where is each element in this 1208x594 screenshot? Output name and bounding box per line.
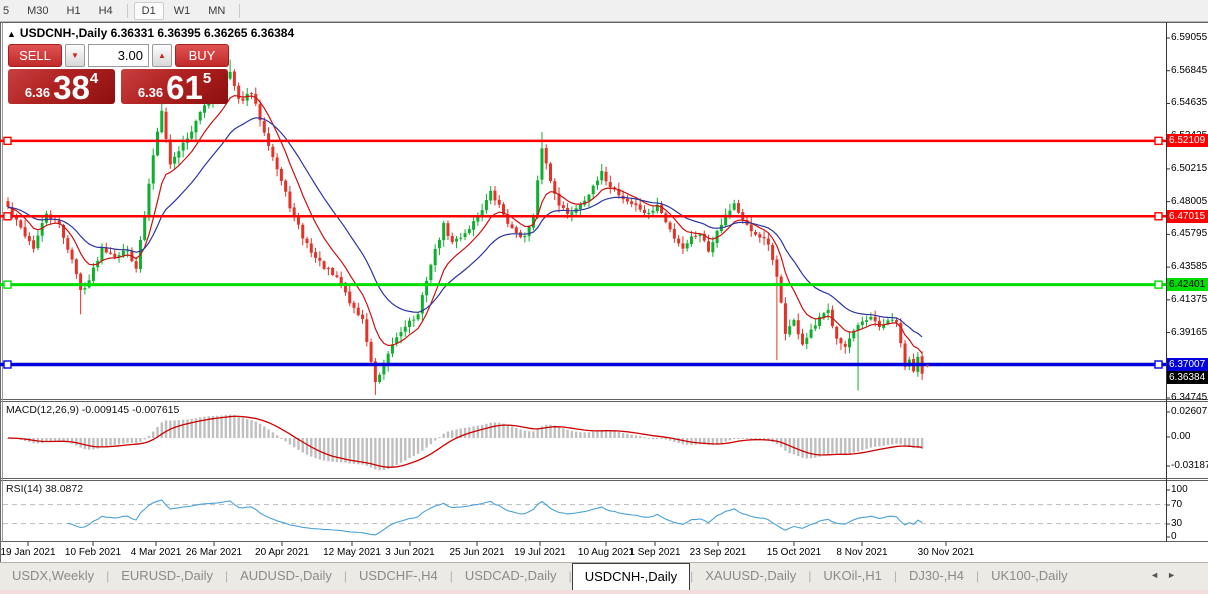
- sell-button[interactable]: SELL: [8, 44, 62, 67]
- price-level-tag: 6.47015: [1167, 210, 1208, 223]
- tab-dj30-h4[interactable]: DJ30-,H4: [897, 563, 976, 591]
- macd-axis-label: -0.031872: [1171, 460, 1208, 471]
- date-axis-label: 3 Jun 2021: [385, 547, 435, 558]
- sell-price-big: 38: [53, 71, 90, 104]
- line-handle: [4, 213, 11, 220]
- price-axis-label: 6.41375: [1171, 294, 1207, 305]
- volume-input[interactable]: 3.00: [88, 44, 149, 67]
- one-click-trading-panel: SELL ▼ 3.00 ▲ BUY 6.36384 6.36615: [8, 44, 229, 104]
- status-strip: [0, 590, 1208, 594]
- tab-uk100-daily[interactable]: UK100-,Daily: [979, 563, 1080, 591]
- date-axis-label: 30 Nov 2021: [918, 547, 975, 558]
- buy-price-big: 61: [166, 71, 203, 104]
- macd-axis-label: 0.00: [1171, 431, 1190, 442]
- date-axis-label: 8 Nov 2021: [836, 547, 887, 558]
- date-axis-label: 4 Mar 2021: [131, 547, 182, 558]
- date-axis-label: 26 Mar 2021: [186, 547, 242, 558]
- macd-label: MACD(12,26,9) -0.009145 -0.007615: [6, 404, 179, 416]
- date-axis-label: 20 Apr 2021: [255, 547, 309, 558]
- price-axis-label: 6.56845: [1171, 65, 1207, 76]
- price-level-tag: 6.37007: [1167, 358, 1208, 371]
- date-axis-label: 1 Sep 2021: [629, 547, 680, 558]
- chart-tab-bar: USDX,Weekly|EURUSD-,Daily|AUDUSD-,Daily|…: [0, 562, 1208, 591]
- date-axis-label: 19 Jan 2021: [0, 547, 55, 558]
- volume-decrease-button[interactable]: ▼: [65, 44, 85, 67]
- date-axis-label: 25 Jun 2021: [449, 547, 504, 558]
- price-axis-label: 6.43585: [1171, 261, 1207, 272]
- tab-usdcad-daily[interactable]: USDCAD-,Daily: [453, 563, 569, 591]
- rsi-axis-label: 100: [1171, 484, 1188, 495]
- line-handle: [1155, 281, 1162, 288]
- date-axis-label: 12 May 2021: [323, 547, 381, 558]
- line-handle: [1155, 213, 1162, 220]
- date-axis-label: 15 Oct 2021: [767, 547, 821, 558]
- sell-price-sup: 4: [90, 70, 98, 87]
- line-handle: [4, 137, 11, 144]
- line-handle: [4, 281, 11, 288]
- tab-scroll-right-icon[interactable]: ►: [1167, 570, 1184, 580]
- date-axis-label: 10 Aug 2021: [578, 547, 634, 558]
- price-axis-label: 6.34745: [1171, 392, 1207, 403]
- tab-scroll-left-icon[interactable]: ◄: [1150, 570, 1167, 580]
- tab-scroll-arrows: ◄►: [1150, 570, 1184, 580]
- rsi-axis-label: 30: [1171, 518, 1182, 529]
- sell-price-display[interactable]: 6.36384: [8, 69, 115, 104]
- price-axis-label: 6.45795: [1171, 228, 1207, 239]
- buy-price-display[interactable]: 6.36615: [121, 69, 228, 104]
- tab-usdx-weekly[interactable]: USDX,Weekly: [0, 563, 106, 591]
- line-handle: [4, 361, 11, 368]
- date-axis-label: 19 Jul 2021: [514, 547, 566, 558]
- buy-price-small: 6.36: [138, 85, 163, 100]
- candles-layer: [7, 60, 924, 395]
- rsi-axis-label: 70: [1171, 499, 1182, 510]
- trading-platform-window: 5M30H1H4D1W1MN 6.590556.568456.546356.52…: [0, 0, 1208, 594]
- price-axis-label: 6.59055: [1171, 32, 1207, 43]
- price-axis-label: 6.54635: [1171, 97, 1207, 108]
- tab-ukoil-h1[interactable]: UKOil-,H1: [811, 563, 894, 591]
- buy-button[interactable]: BUY: [175, 44, 229, 67]
- current-price-tag: 6.36384: [1167, 371, 1208, 384]
- tab-eurusd-daily[interactable]: EURUSD-,Daily: [109, 563, 225, 591]
- tab-usdchf-h4[interactable]: USDCHF-,H4: [347, 563, 450, 591]
- price-axis-label: 6.50215: [1171, 163, 1207, 174]
- volume-increase-button[interactable]: ▲: [152, 44, 172, 67]
- rsi-line: [68, 500, 922, 535]
- rsi-axis-label: 0: [1171, 531, 1177, 542]
- date-axis-label: 23 Sep 2021: [690, 547, 747, 558]
- tab-audusd-daily[interactable]: AUDUSD-,Daily: [228, 563, 344, 591]
- tab-xauusd-daily[interactable]: XAUUSD-,Daily: [693, 563, 808, 591]
- price-axis-label: 6.48005: [1171, 196, 1207, 207]
- rsi-label: RSI(14) 38.0872: [6, 483, 83, 495]
- chart-title: ▲ USDCNH-,Daily 6.36331 6.36395 6.36265 6…: [7, 26, 294, 40]
- symbol-name: USDCNH-,Daily: [20, 26, 107, 40]
- price-axis-label: 6.39165: [1171, 327, 1207, 338]
- price-level-tag: 6.52109: [1167, 134, 1208, 147]
- macd-axis-label: 0.02607: [1171, 406, 1207, 417]
- ohlc-values: 6.36331 6.36395 6.36265 6.36384: [111, 26, 295, 40]
- line-handle: [1155, 137, 1162, 144]
- date-axis-label: 10 Feb 2021: [65, 547, 121, 558]
- sell-price-small: 6.36: [25, 85, 50, 100]
- collapse-arrow-icon[interactable]: ▲: [7, 29, 16, 39]
- price-level-tag: 6.42401: [1167, 278, 1208, 291]
- buy-price-sup: 5: [203, 70, 211, 87]
- tab-usdcnh-daily[interactable]: USDCNH-,Daily: [572, 563, 690, 591]
- line-handle: [1155, 361, 1162, 368]
